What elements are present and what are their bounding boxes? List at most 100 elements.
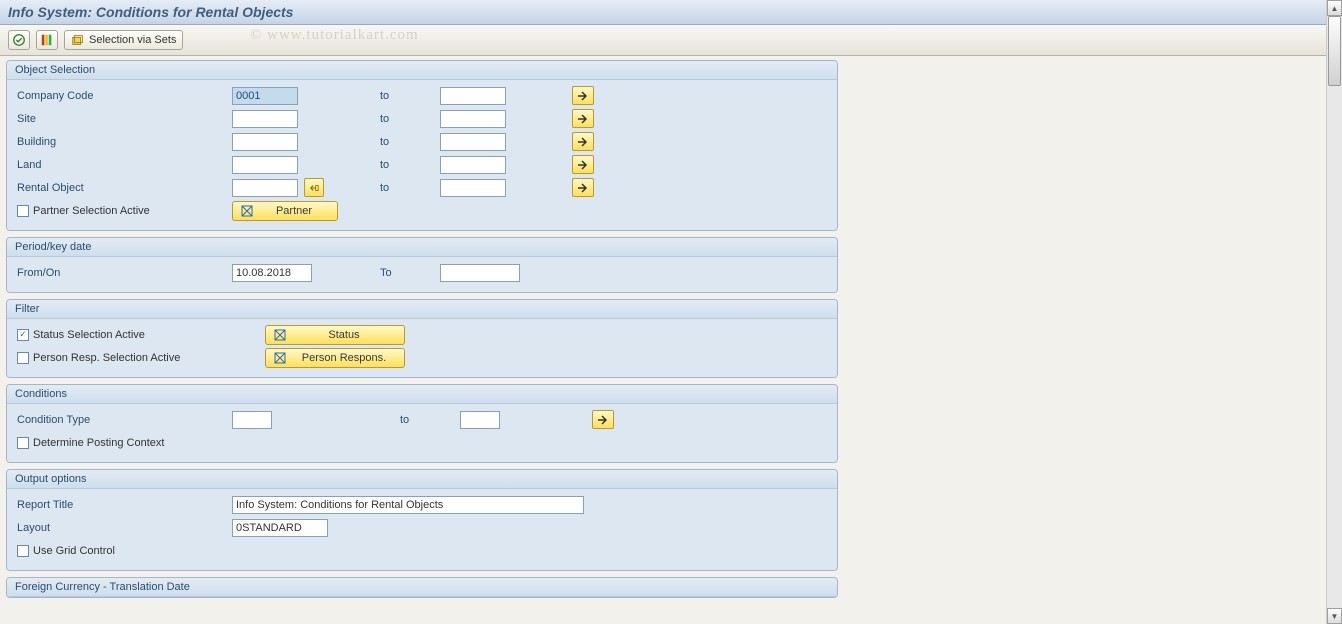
label-layout: Layout <box>17 522 232 534</box>
row-grid-control: Use Grid Control <box>17 539 827 562</box>
to-label: to <box>380 159 440 171</box>
scroll-track[interactable] <box>1327 16 1342 608</box>
row-company-code: Company Code to <box>17 84 827 107</box>
scroll-up-button[interactable]: ▲ <box>1327 0 1342 16</box>
label-company-code: Company Code <box>17 90 232 102</box>
row-layout: Layout <box>17 516 827 539</box>
row-report-title: Report Title <box>17 493 827 516</box>
selection-via-sets-label: Selection via Sets <box>89 34 176 46</box>
to-date-input[interactable] <box>440 264 520 282</box>
condition-type-from-input[interactable] <box>232 411 272 429</box>
status-button-label: Status <box>292 329 396 341</box>
expand-arrow-icon <box>309 183 319 193</box>
row-rental-object: Rental Object to <box>17 176 827 199</box>
output-options-title: Output options <box>7 470 837 489</box>
row-condition-type: Condition Type to <box>17 408 827 431</box>
to-label: to <box>380 113 440 125</box>
execute-button[interactable] <box>8 30 30 50</box>
company-code-from-input[interactable] <box>232 87 298 105</box>
page-title: Info System: Conditions for Rental Objec… <box>8 4 1318 20</box>
columns-icon <box>40 33 54 47</box>
site-to-input[interactable] <box>440 110 506 128</box>
sets-icon <box>71 33 85 47</box>
status-button[interactable]: Status <box>265 325 405 345</box>
rental-object-multi-button[interactable] <box>572 178 594 197</box>
row-building: Building to <box>17 130 827 153</box>
person-button-label: Person Respons. <box>292 352 396 364</box>
status-selection-label: Status Selection Active <box>33 329 145 341</box>
posting-context-checkbox[interactable] <box>17 437 29 449</box>
arrow-right-icon <box>577 160 589 170</box>
person-icon <box>274 352 286 364</box>
report-title-input[interactable] <box>232 496 584 514</box>
land-from-input[interactable] <box>232 156 298 174</box>
partner-selection-label: Partner Selection Active <box>33 205 150 217</box>
condition-type-to-input[interactable] <box>460 411 500 429</box>
watermark-text: © www.tutorialkart.com <box>250 27 419 44</box>
partner-selection-checkbox[interactable] <box>17 205 29 217</box>
condition-type-multi-button[interactable] <box>592 410 614 429</box>
selection-via-sets-button[interactable]: Selection via Sets <box>64 30 183 50</box>
foreign-currency-panel: Foreign Currency - Translation Date <box>6 577 838 598</box>
row-from-on: From/On To <box>17 261 827 284</box>
rental-object-to-input[interactable] <box>440 179 506 197</box>
partner-button-label: Partner <box>259 205 329 217</box>
to-label: to <box>380 182 440 194</box>
label-site: Site <box>17 113 232 125</box>
to-label: to <box>400 414 460 426</box>
grid-control-checkbox[interactable] <box>17 545 29 557</box>
conditions-title: Conditions <box>7 385 837 404</box>
building-multi-button[interactable] <box>572 132 594 151</box>
label-rental-object: Rental Object <box>17 182 232 194</box>
company-code-multi-button[interactable] <box>572 86 594 105</box>
label-report-title: Report Title <box>17 499 232 511</box>
to-label: to <box>380 90 440 102</box>
label-building: Building <box>17 136 232 148</box>
row-posting-context: Determine Posting Context <box>17 431 827 454</box>
application-toolbar: Selection via Sets © www.tutorialkart.co… <box>0 25 1326 56</box>
rental-object-expand-button[interactable] <box>304 178 324 197</box>
arrow-right-icon <box>577 114 589 124</box>
scroll-down-button[interactable]: ▼ <box>1327 608 1342 624</box>
row-partner-selection: Partner Selection Active Partner <box>17 199 827 222</box>
period-panel: Period/key date From/On To <box>6 237 838 293</box>
label-condition-type: Condition Type <box>17 414 232 426</box>
filter-title: Filter <box>7 300 837 319</box>
row-site: Site to <box>17 107 827 130</box>
person-selection-checkbox[interactable] <box>17 352 29 364</box>
person-respons-button[interactable]: Person Respons. <box>265 348 405 368</box>
building-to-input[interactable] <box>440 133 506 151</box>
layout-input[interactable] <box>232 519 328 537</box>
clock-check-icon <box>12 33 26 47</box>
label-from-on: From/On <box>17 267 232 279</box>
row-status-selection: Status Selection Active Status <box>17 323 827 346</box>
scroll-thumb[interactable] <box>1328 16 1341 86</box>
variant-button[interactable] <box>36 30 58 50</box>
posting-context-label: Determine Posting Context <box>33 437 164 449</box>
row-land: Land to <box>17 153 827 176</box>
conditions-panel: Conditions Condition Type to <box>6 384 838 463</box>
object-selection-title: Object Selection <box>7 61 837 80</box>
site-multi-button[interactable] <box>572 109 594 128</box>
from-on-input[interactable] <box>232 264 312 282</box>
arrow-right-icon <box>577 137 589 147</box>
arrow-right-icon <box>577 183 589 193</box>
object-selection-panel: Object Selection Company Code to Si <box>6 60 838 231</box>
filter-panel: Filter Status Selection Active Status <box>6 299 838 378</box>
land-multi-button[interactable] <box>572 155 594 174</box>
status-icon <box>274 329 286 341</box>
partner-button[interactable]: Partner <box>232 201 338 221</box>
company-code-to-input[interactable] <box>440 87 506 105</box>
site-from-input[interactable] <box>232 110 298 128</box>
arrow-right-icon <box>577 91 589 101</box>
person-selection-label: Person Resp. Selection Active <box>33 352 180 364</box>
vertical-scrollbar[interactable]: ▲ ▼ <box>1326 0 1342 624</box>
status-selection-checkbox[interactable] <box>17 329 29 341</box>
rental-object-from-input[interactable] <box>232 179 298 197</box>
foreign-currency-title: Foreign Currency - Translation Date <box>7 578 837 597</box>
to-label-period: To <box>380 267 440 279</box>
period-title: Period/key date <box>7 238 837 257</box>
to-label: to <box>380 136 440 148</box>
land-to-input[interactable] <box>440 156 506 174</box>
building-from-input[interactable] <box>232 133 298 151</box>
